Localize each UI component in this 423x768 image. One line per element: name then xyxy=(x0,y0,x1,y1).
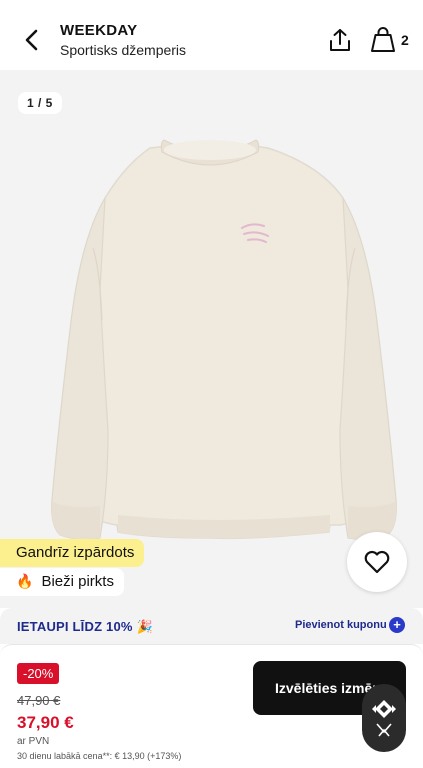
diamond-logo-icon xyxy=(372,700,396,737)
add-coupon-link[interactable]: Pievienot kuponu xyxy=(295,619,387,631)
title-block: WEEKDAY Sportisks džemperis xyxy=(60,22,186,58)
lowest-price-note: 30 dienu labākā cena**: € 13,90 (+173%) xyxy=(17,751,182,761)
back-button[interactable] xyxy=(18,26,44,54)
brand-name[interactable]: WEEKDAY xyxy=(60,22,186,39)
chevron-left-icon xyxy=(25,29,38,51)
often-bought-badge: 🔥 Bieži pirkts xyxy=(0,568,124,596)
product-image-gallery[interactable]: 1 / 5 Gandrīz izpārdots 🔥 Bieži pirkts xyxy=(0,70,423,608)
image-counter: 1 / 5 xyxy=(18,92,62,114)
fire-icon: 🔥 xyxy=(16,573,34,589)
top-bar: WEEKDAY Sportisks džemperis 2 xyxy=(0,0,423,70)
heart-icon xyxy=(364,550,390,574)
bag-count-badge: 2 xyxy=(401,32,409,48)
almost-sold-out-badge: Gandrīz izpārdots xyxy=(0,539,145,567)
product-page: WEEKDAY Sportisks džemperis 2 1 / 5 Gand… xyxy=(0,0,423,768)
discount-badge: -20% xyxy=(17,663,60,684)
share-icon xyxy=(330,29,350,51)
coupon-savings-text: IETAUPI LĪDZ 10% 🎉 xyxy=(17,619,153,634)
vat-note: ar PVN xyxy=(17,736,50,747)
product-title: Sportisks džemperis xyxy=(60,42,187,58)
shopping-bag-button[interactable] xyxy=(370,26,396,54)
coupon-banner: IETAUPI LĪDZ 10% 🎉 Pievienot kuponu + xyxy=(0,608,423,644)
floating-assistant-button[interactable] xyxy=(362,684,406,752)
share-button[interactable] xyxy=(326,27,354,55)
wishlist-button[interactable] xyxy=(347,532,407,592)
often-bought-label: Bieži pirkts xyxy=(41,573,114,590)
product-image xyxy=(51,139,397,541)
add-coupon-plus-icon[interactable]: + xyxy=(389,617,405,633)
shopping-bag-icon xyxy=(371,27,395,52)
original-price: 47,90 € xyxy=(17,693,61,708)
sale-price: 37,90 € xyxy=(17,713,74,732)
